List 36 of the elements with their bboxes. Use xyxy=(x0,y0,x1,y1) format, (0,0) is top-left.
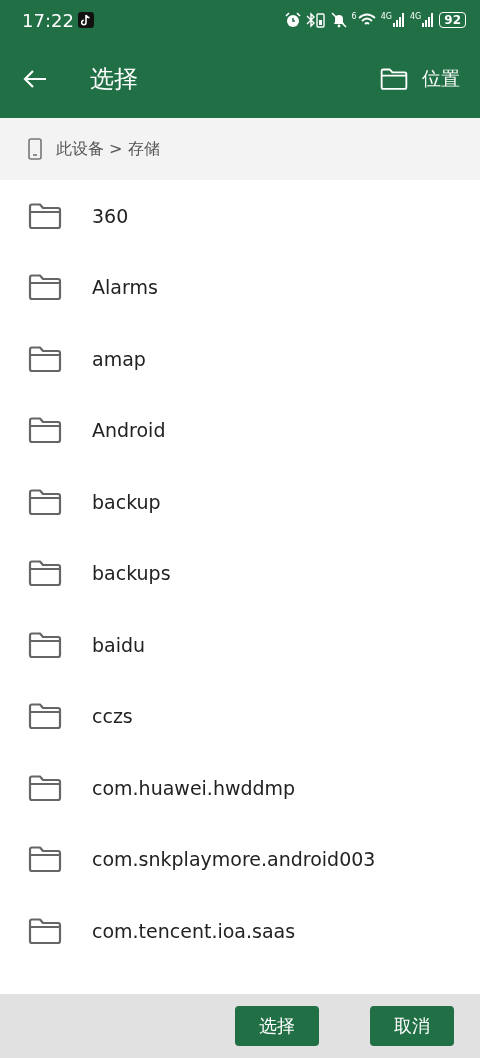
folder-icon xyxy=(28,344,62,373)
folder-name[interactable]: com.snkplaymore.android003 xyxy=(92,848,376,871)
folder-name[interactable]: amap xyxy=(92,347,146,370)
folder-name[interactable]: backups xyxy=(92,562,171,585)
folder-icon xyxy=(380,67,408,91)
alarm-icon xyxy=(284,12,301,28)
folder-icon xyxy=(28,845,62,874)
app-notification-icon xyxy=(77,12,94,28)
folder-name[interactable]: baidu xyxy=(92,633,146,656)
phone-icon xyxy=(28,138,42,160)
folder-icon xyxy=(28,416,62,445)
folder-name[interactable]: com.tencent.ioa.saas xyxy=(92,919,296,942)
breadcrumb-path[interactable]: 此设备 > 存储 xyxy=(56,138,160,160)
folder-icon xyxy=(28,630,62,659)
battery-indicator: 92 xyxy=(439,12,466,28)
folder-icon xyxy=(28,773,62,802)
folder-name[interactable]: cczs xyxy=(92,705,133,728)
folder-icon xyxy=(28,273,62,302)
dialog-button[interactable]: 选择 xyxy=(235,1006,319,1046)
back-button[interactable] xyxy=(22,68,48,90)
folder-icon xyxy=(28,487,62,516)
folder-icon xyxy=(28,702,62,731)
folder-icon xyxy=(28,201,62,230)
folder-icon xyxy=(28,559,62,588)
location-button[interactable]: 位置 xyxy=(380,66,460,92)
folder-icon xyxy=(28,916,62,945)
bluetooth-battery-icon xyxy=(305,12,326,28)
toolbar-title: 选择 xyxy=(90,64,138,95)
dialog-button[interactable]: 取消 xyxy=(370,1006,454,1046)
folder-name[interactable]: Alarms xyxy=(92,276,158,299)
status-time: 17:22 xyxy=(22,9,74,31)
folder-name[interactable]: 360 xyxy=(92,204,129,227)
folder-name[interactable]: backup xyxy=(92,490,161,513)
muted-bell-icon xyxy=(330,12,347,28)
folder-name[interactable]: com.huawei.hwddmp xyxy=(92,776,296,799)
folder-name[interactable]: Android xyxy=(92,419,166,442)
